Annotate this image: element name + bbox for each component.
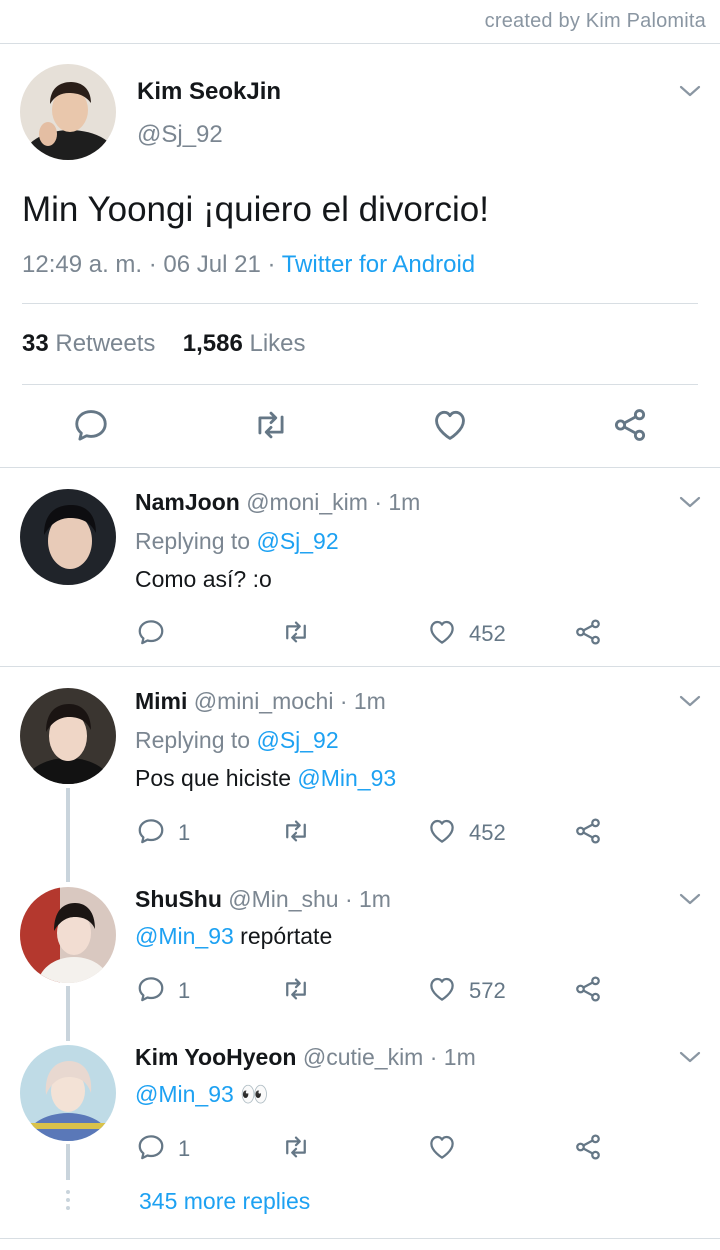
like-count: 452 xyxy=(469,621,506,646)
tweet-stats: 33 Retweets 1,586 Likes xyxy=(22,330,306,358)
reply-author-name[interactable]: Mimi xyxy=(135,688,187,714)
replying-to: Replying to @Sj_92 xyxy=(135,528,339,555)
like-icon[interactable] xyxy=(427,974,457,1004)
reply-text: Pos que hiciste @Min_93 xyxy=(135,765,396,792)
mention-link[interactable]: @Min_93 xyxy=(135,1081,234,1107)
reply-text: @Min_93 👀 xyxy=(135,1081,269,1108)
retweet-icon[interactable] xyxy=(281,1132,311,1162)
thread-line xyxy=(66,986,70,1041)
reply-count: 1 xyxy=(178,820,191,845)
tweet-time: 12:49 a. m. · 06 Jul 21 · xyxy=(22,251,282,278)
reply-author-meta[interactable]: @cutie_kim · 1m xyxy=(303,1044,476,1070)
like-icon[interactable] xyxy=(427,617,457,647)
top-divider xyxy=(0,43,720,44)
author-name[interactable]: Kim SeokJin xyxy=(137,78,281,106)
reply-author-name[interactable]: NamJoon xyxy=(135,489,240,515)
reply-header: NamJoon @moni_kim · 1m xyxy=(135,489,420,516)
replying-to-handle[interactable]: @Sj_92 xyxy=(256,528,338,554)
retweet-icon[interactable] xyxy=(281,816,311,846)
chevron-down-icon[interactable] xyxy=(679,694,701,708)
chevron-down-icon[interactable] xyxy=(679,1050,701,1064)
tweet-source[interactable]: Twitter for Android xyxy=(282,251,475,278)
share-icon[interactable] xyxy=(573,617,603,647)
reply-count: 1 xyxy=(178,978,191,1003)
reply-header: Kim YooHyeon @cutie_kim · 1m xyxy=(135,1044,476,1071)
author-handle[interactable]: @Sj_92 xyxy=(137,121,223,149)
chevron-down-icon[interactable] xyxy=(679,84,701,98)
like-icon[interactable] xyxy=(427,816,457,846)
avatar[interactable] xyxy=(20,1045,116,1141)
tweet-meta: 12:49 a. m. · 06 Jul 21 · Twitter for An… xyxy=(22,251,475,279)
reply-author-meta[interactable]: @mini_mochi · 1m xyxy=(194,688,386,714)
retweet-icon[interactable] xyxy=(252,406,290,444)
like-icon[interactable] xyxy=(431,406,469,444)
reply-text: Como así? :o xyxy=(135,566,272,592)
divider xyxy=(0,467,720,468)
avatar[interactable] xyxy=(20,64,116,160)
reply-icon[interactable] xyxy=(136,816,166,846)
reply-header: Mimi @mini_mochi · 1m xyxy=(135,688,386,715)
replying-to-handle[interactable]: @Sj_92 xyxy=(256,727,338,753)
creator-credit: created by Kim Palomita xyxy=(484,10,706,32)
reply-icon[interactable] xyxy=(136,1132,166,1162)
retweet-icon[interactable] xyxy=(281,974,311,1004)
avatar[interactable] xyxy=(20,489,116,585)
share-icon[interactable] xyxy=(611,406,649,444)
thread-dots xyxy=(66,1190,70,1210)
retweet-icon[interactable] xyxy=(281,617,311,647)
likes-count[interactable]: 1,586 xyxy=(183,330,243,357)
more-replies-link[interactable]: 345 more replies xyxy=(139,1188,310,1215)
replying-to-label: Replying to xyxy=(135,528,257,554)
retweets-label[interactable]: Retweets xyxy=(55,330,155,357)
thread-line xyxy=(66,1144,70,1180)
reply-text-body: 👀 xyxy=(233,1081,269,1107)
reply-author-meta[interactable]: @moni_kim · 1m xyxy=(246,489,420,515)
like-icon[interactable] xyxy=(427,1132,457,1162)
divider xyxy=(22,384,698,385)
divider xyxy=(0,666,720,667)
reply-header: ShuShu @Min_shu · 1m xyxy=(135,886,391,913)
replying-to: Replying to @Sj_92 xyxy=(135,727,339,754)
reply-author-name[interactable]: ShuShu xyxy=(135,886,222,912)
chevron-down-icon[interactable] xyxy=(679,892,701,906)
avatar[interactable] xyxy=(20,887,116,983)
reply-icon[interactable] xyxy=(136,974,166,1004)
retweets-count[interactable]: 33 xyxy=(22,330,49,357)
reply-text-body: repórtate xyxy=(233,923,333,949)
chevron-down-icon[interactable] xyxy=(679,495,701,509)
likes-label[interactable]: Likes xyxy=(250,330,306,357)
reply-icon[interactable] xyxy=(136,617,166,647)
tweet-text: Min Yoongi ¡quiero el divorcio! xyxy=(22,190,489,229)
reply-text: @Min_93 repórtate xyxy=(135,923,332,950)
reply-count: 1 xyxy=(178,1136,191,1161)
like-count: 572 xyxy=(469,978,506,1003)
share-icon[interactable] xyxy=(573,816,603,846)
reply-icon[interactable] xyxy=(72,406,110,444)
replying-to-label: Replying to xyxy=(135,727,257,753)
share-icon[interactable] xyxy=(573,1132,603,1162)
reply-author-name[interactable]: Kim YooHyeon xyxy=(135,1044,296,1070)
share-icon[interactable] xyxy=(573,974,603,1004)
reply-text-body: Pos que hiciste xyxy=(135,765,298,791)
mention-link[interactable]: @Min_93 xyxy=(297,765,396,791)
thread-line xyxy=(66,788,70,882)
mention-link[interactable]: @Min_93 xyxy=(135,923,234,949)
like-count: 452 xyxy=(469,820,506,845)
reply-author-meta[interactable]: @Min_shu · 1m xyxy=(228,886,391,912)
avatar[interactable] xyxy=(20,688,116,784)
divider xyxy=(22,303,698,304)
divider xyxy=(0,1238,720,1239)
